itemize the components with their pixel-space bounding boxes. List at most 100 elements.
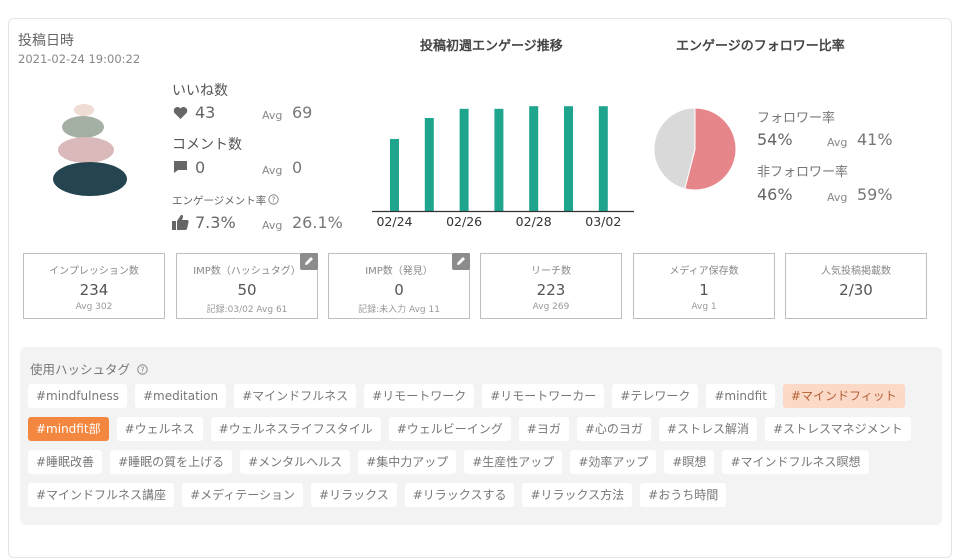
stat-value: 234 — [79, 281, 109, 299]
nonfollower-avg-value: 59% — [857, 185, 893, 204]
hashtag-chip[interactable]: #mindfulness — [28, 384, 127, 408]
hashtag-panel: 使用ハッシュタグ ? #mindfulness #meditation #マインドフ… — [20, 347, 942, 525]
stat-reach: リーチ数 223 Avg 269 — [480, 253, 622, 319]
x-tick-label: 02/24 — [376, 214, 412, 229]
stat-avg: Avg 1 — [691, 302, 717, 312]
x-tick-label: 02/28 — [516, 214, 552, 229]
svg-text:?: ? — [141, 366, 145, 375]
hashtag-chip[interactable]: #ヨガ — [518, 417, 569, 441]
hashtag-chip[interactable]: #効率アップ — [570, 450, 657, 474]
nonfollower-rate-label: 非フォロワー率 — [757, 165, 849, 180]
hashtag-chip[interactable]: #マインドフルネス瞑想 — [722, 450, 869, 474]
hashtag-chip[interactable]: #リラックスする — [404, 483, 515, 507]
heart-icon — [173, 107, 188, 119]
hashtag-chip[interactable]: #心のヨガ — [576, 417, 651, 441]
x-tick-label: 03/02 — [585, 214, 621, 229]
hashtag-row: #mindfit部 #ウェルネス #ウェルネスライフスタイル #ウェルビーイング #ヨガ… — [28, 417, 911, 441]
comments-label: コメント数 — [172, 137, 242, 153]
hashtag-chip[interactable]: #集中力アップ — [358, 450, 457, 474]
follower-avg-label: Avg — [827, 136, 848, 149]
likes-value: 43 — [195, 103, 216, 122]
hashtag-chip[interactable]: #瞑想 — [664, 450, 715, 474]
bar-03/01 — [564, 106, 573, 211]
follower-avg-value: 41% — [857, 130, 893, 149]
hashtag-chip[interactable]: #マインドフィット — [782, 384, 905, 408]
stone-bottom — [53, 162, 127, 196]
stat-avg: 記録:03/02 Avg 61 — [206, 305, 288, 315]
hashtag-chip[interactable]: #ウェルビーイング — [388, 417, 511, 441]
follower-chart-title: エンゲージのフォロワー比率 — [676, 39, 845, 54]
question-icon[interactable]: ? — [268, 194, 279, 205]
stat-value: 0 — [394, 281, 404, 299]
follower-pie-chart — [653, 107, 737, 191]
stat-imp-discover: IMP数（発見） 0 記録:未入力 Avg 11 — [328, 253, 470, 319]
likes-avg-label: Avg — [262, 109, 283, 122]
edit-button[interactable] — [452, 253, 470, 270]
hashtag-chip[interactable]: #メンタルヘルス — [240, 450, 351, 474]
hashtag-chip[interactable]: #生産性アップ — [464, 450, 563, 474]
pencil-icon — [305, 257, 313, 265]
hashtag-panel-title: 使用ハッシュタグ ? — [30, 359, 148, 378]
post-thumbnail[interactable] — [48, 98, 130, 200]
hashtag-chip[interactable]: #リラックス方法 — [522, 483, 633, 507]
hashtag-chip[interactable]: #マインドフルネス講座 — [28, 483, 175, 507]
hashtag-chip[interactable]: #メディテーション — [182, 483, 304, 507]
engagement-avg-label: Avg — [262, 219, 283, 232]
stone-second — [62, 116, 104, 138]
engagement-bar-chart: 02/24 02/26 02/28 03/02 — [372, 106, 634, 229]
follower-rate-label: フォロワー率 — [757, 111, 836, 126]
engagement-rate-value: 7.3% — [195, 213, 236, 232]
hashtag-chip[interactable]: #マインドフルネス — [234, 384, 357, 408]
hashtag-chip[interactable]: #おうち時間 — [640, 483, 727, 507]
stat-title: IMP数（発見） — [365, 266, 433, 277]
hashtag-chip[interactable]: #ウェルネス — [116, 417, 203, 441]
svg-text:?: ? — [272, 196, 276, 205]
engagement-avg-value: 26.1% — [292, 213, 343, 232]
bar-02/27 — [494, 108, 504, 211]
hashtag-chip[interactable]: #睡眠の質を上げる — [110, 450, 233, 474]
stat-avg: 記録:未入力 Avg 11 — [358, 305, 440, 315]
comments-avg-label: Avg — [262, 164, 283, 177]
hashtag-chip[interactable]: #ストレス解消 — [658, 417, 757, 441]
hashtag-chip[interactable]: #リラックス — [311, 483, 397, 507]
x-tick-label: 02/26 — [446, 214, 482, 229]
hashtag-chip[interactable]: #テレワーク — [612, 384, 699, 408]
hashtag-chip[interactable]: #リモートワーク — [364, 384, 475, 408]
stat-title: リーチ数 — [531, 266, 571, 277]
stat-value: 50 — [237, 281, 257, 299]
stat-popular-posts: 人気投稿掲載数 2/30 — [785, 253, 927, 319]
stat-impressions: インプレッション数 234 Avg 302 — [23, 253, 165, 319]
stat-title: IMP数（ハッシュタグ） — [193, 266, 301, 277]
thumbs-up-icon — [172, 214, 189, 230]
stat-imp-hashtag: IMP数（ハッシュタグ） 50 記録:03/02 Avg 61 — [176, 253, 318, 319]
likes-label: いいね数 — [172, 83, 228, 99]
stat-title: メディア保存数 — [669, 266, 739, 277]
bar-03/02 — [598, 106, 608, 211]
hashtag-chip[interactable]: #リモートワーカー — [482, 384, 605, 408]
question-icon[interactable]: ? — [137, 364, 148, 375]
hashtag-chip[interactable]: #meditation — [134, 384, 227, 408]
engagement-chart-title: 投稿初週エンゲージ推移 — [420, 39, 563, 54]
post-date-value: 2021-02-24 19:00:22 — [18, 52, 141, 66]
nonfollower-avg-label: Avg — [827, 191, 848, 204]
bar-02/26 — [459, 108, 469, 211]
edit-button[interactable] — [300, 253, 318, 270]
bar-02/28 — [529, 106, 539, 211]
stat-avg: Avg 269 — [532, 302, 570, 312]
pencil-icon — [457, 257, 465, 265]
stat-value: 223 — [536, 281, 566, 299]
hashtag-row: #マインドフルネス講座 #メディテーション #リラックス #リラックスする #リラックス… — [28, 483, 727, 507]
hashtag-chip[interactable]: #mindfit — [706, 384, 775, 408]
comments-value: 0 — [195, 158, 206, 177]
hashtag-chip[interactable]: #睡眠改善 — [28, 450, 103, 474]
hashtag-chip[interactable]: #ストレスマネジメント — [764, 417, 911, 441]
hashtag-chip[interactable]: #ウェルネスライフスタイル — [210, 417, 381, 441]
stat-title: インプレッション数 — [49, 266, 139, 277]
hashtag-chip[interactable]: #mindfit部 — [28, 417, 109, 441]
stone-third — [58, 137, 114, 163]
likes-avg-value: 69 — [292, 103, 313, 122]
stat-title: 人気投稿掲載数 — [821, 266, 891, 277]
follower-rate-value: 54% — [757, 130, 793, 149]
stat-avg: Avg 302 — [75, 302, 113, 312]
nonfollower-rate-value: 46% — [757, 185, 793, 204]
